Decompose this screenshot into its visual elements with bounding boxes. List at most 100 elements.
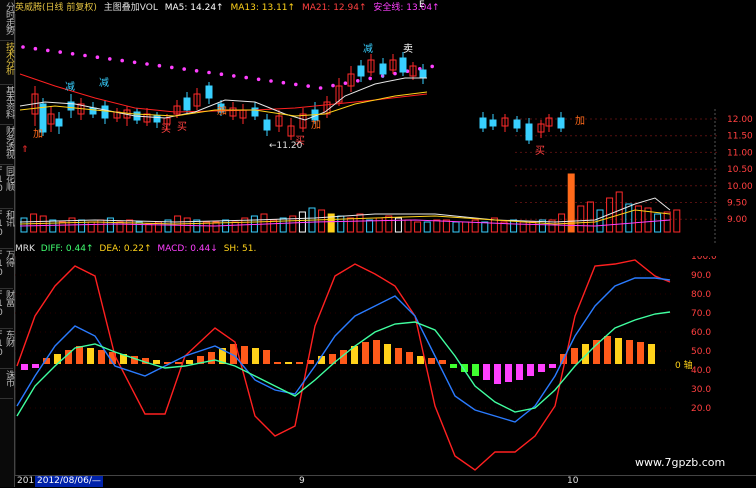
sidebar-tab-5[interactable]: 和讯F10 (0, 210, 14, 249)
dea-label: DEA: 0.22↑ (99, 244, 152, 254)
candle (89, 107, 97, 115)
macd-bar (76, 346, 83, 364)
sidebar-tab-6[interactable]: 万得F10 (0, 250, 14, 289)
candle (263, 119, 271, 131)
overlay-label[interactable]: 主图叠加VOL (104, 3, 158, 13)
volume-bar (452, 221, 460, 233)
indicator-axis-label: 100.0 (691, 256, 717, 262)
candle (399, 57, 407, 73)
macd-bar (648, 344, 655, 364)
macd-bar (538, 364, 545, 372)
macd-bar (208, 352, 215, 364)
safety-dot (244, 75, 248, 80)
price-axis-label: 9.00 (727, 215, 747, 225)
macd-bar (472, 364, 479, 376)
indicator-axis-label: 30.0 (691, 385, 711, 395)
macd-bar (593, 340, 600, 364)
volume-bar (260, 213, 268, 233)
safety-dot (393, 71, 397, 76)
volume-bar (116, 221, 124, 233)
safety-dot (343, 81, 348, 85)
safety-dot (83, 53, 87, 58)
signal-jia-2: 加 (217, 105, 227, 117)
safety-dot (306, 84, 311, 88)
safety-dot (294, 82, 298, 87)
price-axis-label: 11.00 (727, 148, 753, 158)
volume-bar (375, 217, 383, 233)
indicator-axis-label: 70.0 (691, 309, 711, 319)
sidebar-tab-3[interactable]: 财务透视 (0, 126, 14, 165)
indicator-axis-label: 90.0 (691, 271, 711, 281)
corner-label[interactable]: E (419, 0, 425, 10)
macd-bar (21, 364, 28, 370)
indicator-axis-label: 40.0 (691, 366, 711, 376)
macd-bar (439, 360, 446, 364)
macd-bar (54, 354, 61, 364)
indicator-name[interactable]: MRK (15, 244, 35, 254)
macd-bar (483, 364, 490, 380)
volume-bar (126, 219, 134, 233)
indicator-header: MRK DIFF: 0.44↑ DEA: 0.22↑ MACD: 0.44↓ S… (15, 244, 756, 256)
sidebar-tab-4[interactable]: 同花顺F10 (0, 166, 14, 209)
indicator-chart[interactable]: 0 轴 100.0 90.0 80.0 70.0 60.0 50.0 40.0 30.0 20.… (15, 256, 756, 475)
bottom-left-cell: 201 (17, 476, 35, 486)
sidebar-tab-9[interactable]: 诛币 (0, 370, 14, 399)
macd-bar (527, 364, 534, 376)
safety-dot (331, 83, 335, 88)
candle (205, 85, 213, 99)
sidebar-tab-0[interactable]: 分时走势 (0, 2, 14, 41)
macd-bar (604, 336, 611, 364)
volume-bar (337, 215, 345, 233)
macd-bar (428, 358, 435, 364)
sidebar-tab-1[interactable]: 技术分析 (0, 42, 14, 85)
signal-jia-1: 加 (33, 128, 43, 140)
month-marker-10: 10 (567, 476, 579, 486)
volume-bar (615, 191, 623, 233)
zero-axis-label: 0 轴 (675, 359, 693, 371)
price-axis-label: 12.00 (727, 115, 753, 125)
ma5-label: MA5: 14.24↑ (164, 3, 224, 13)
volume-bar (78, 219, 86, 233)
volume-bar (529, 221, 537, 233)
safety-dot (108, 57, 112, 61)
safety-dot (182, 67, 186, 71)
volume-bar (471, 219, 479, 233)
macd-bar (615, 338, 622, 364)
macd-bar (637, 342, 644, 364)
indicator-axis-label: 60.0 (691, 328, 711, 338)
volume-bar (423, 221, 431, 233)
safety-dot (368, 76, 373, 81)
volume-bar (346, 217, 354, 233)
main-chart[interactable]: 减 减 减 卖 加 加 加 加 买 买 买 买 ←11.20 ⇑ 12.0011… (15, 14, 756, 244)
volume-bar (58, 221, 66, 233)
safety-dot (194, 69, 199, 73)
macd-bar (263, 350, 270, 364)
volume-bar (586, 201, 594, 233)
macd-bar (395, 348, 402, 364)
indicator-axis-label: 20.0 (691, 404, 711, 414)
bottom-date-bar: 201 2012/08/06/— 9 10 (15, 475, 756, 488)
low-price-marker: ←11.20 (269, 141, 303, 151)
volume-bar (279, 217, 287, 233)
safety-dot (33, 46, 38, 51)
sidebar-tab-2[interactable]: 基本资料 (0, 86, 14, 125)
sidebar-tab-8[interactable]: 东财F10 (0, 330, 14, 369)
stock-name[interactable]: 英威腾(日线 前复权) (15, 3, 97, 13)
sidebar-tab-7[interactable]: 财富F10 (0, 290, 14, 329)
price-axis-label: 10.50 (727, 165, 753, 175)
macd-bar (516, 364, 523, 380)
price-axis-label: 11.50 (727, 132, 753, 142)
candle (419, 69, 427, 79)
volume-bar (433, 219, 441, 233)
safety-dot (145, 62, 149, 66)
macd-bar (87, 348, 94, 364)
volume-bar (20, 217, 28, 233)
macd-bar (384, 344, 391, 364)
signal-buy-2: 买 (177, 121, 187, 133)
volume-bar (318, 209, 326, 233)
macd-bar (285, 362, 292, 364)
macd-bar (417, 356, 424, 364)
volume-bar (414, 221, 422, 233)
macd-bar (549, 364, 556, 368)
macd-bar (494, 364, 501, 384)
